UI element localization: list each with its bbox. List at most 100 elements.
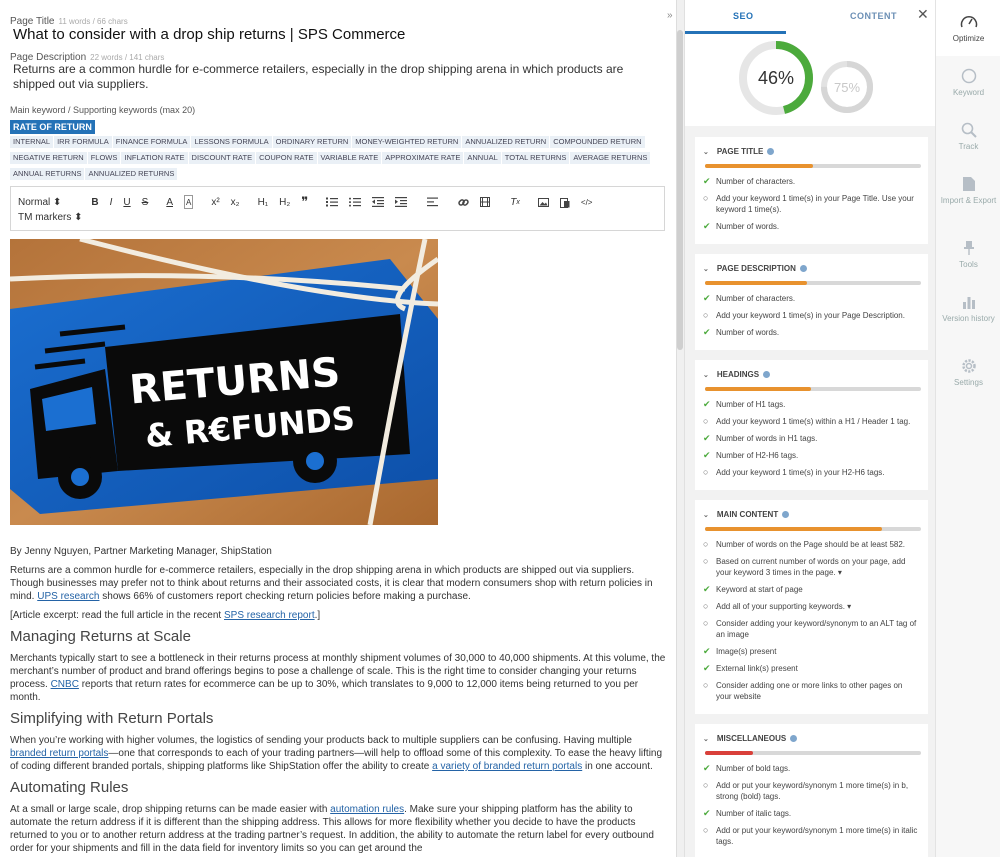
supporting-keyword-tag[interactable]: INFLATION RATE xyxy=(121,152,188,164)
format-select[interactable]: Normal ⬍ xyxy=(18,195,61,209)
blockquote-button[interactable]: ❞ xyxy=(301,194,308,209)
chevron-down-icon[interactable]: ⌄ xyxy=(703,148,709,156)
supporting-keyword-tag[interactable]: COUPON RATE xyxy=(256,152,317,164)
checklist-item: ✔ Number of characters. xyxy=(703,176,920,187)
section-header[interactable]: ⌄ MAIN CONTENT xyxy=(703,500,920,520)
background-color-button[interactable]: A xyxy=(183,195,194,209)
info-icon[interactable] xyxy=(767,148,775,155)
supporting-keyword-tag[interactable]: AVERAGE RETURNS xyxy=(570,152,651,164)
ups-research-link[interactable]: UPS research xyxy=(37,591,99,602)
h2-button[interactable]: H₂ xyxy=(279,195,290,209)
checklist-text: Number of H2-H6 tags. xyxy=(716,451,799,460)
seo-section: ⌄ PAGE DESCRIPTION ✔ Number of characters. ○… xyxy=(695,254,928,350)
supporting-keyword-tag[interactable]: ANNUAL RETURNS xyxy=(10,168,85,180)
checklist-text: Number of words. xyxy=(716,328,780,337)
tm-markers-select[interactable]: TM markers ⬍ xyxy=(18,212,83,223)
supporting-keyword-tag[interactable]: LESSONS FORMULA xyxy=(191,136,272,148)
section-progress-bar xyxy=(705,751,921,755)
collapse-panel-icon[interactable]: » xyxy=(667,10,673,21)
supporting-keyword-tag[interactable]: ANNUAL xyxy=(464,152,501,164)
indent-icon[interactable] xyxy=(395,195,408,209)
info-icon[interactable] xyxy=(782,511,790,518)
section-header[interactable]: ⌄ PAGE TITLE xyxy=(703,137,920,157)
info-icon[interactable] xyxy=(790,735,798,742)
checklist-text: Number of characters. xyxy=(716,294,796,303)
bold-button[interactable]: B xyxy=(91,195,98,209)
info-icon[interactable] xyxy=(799,265,807,272)
paragraph: Returns are a common hurdle for e-commer… xyxy=(10,565,653,602)
article-body[interactable]: By Jenny Nguyen, Partner Marketing Manag… xyxy=(10,545,670,857)
section-progress-fill xyxy=(705,387,811,391)
page-description-input[interactable]: Returns are a common hurdle for e-commer… xyxy=(13,62,663,92)
supporting-keyword-tag[interactable]: FINANCE FORMULA xyxy=(112,136,191,148)
supporting-keyword-tag[interactable]: APPROXIMATE RATE xyxy=(382,152,464,164)
strike-button[interactable]: S xyxy=(142,195,149,209)
supporting-keyword-tag[interactable]: INTERNAL xyxy=(10,136,54,148)
code-view-icon[interactable]: </> xyxy=(581,195,593,209)
clear-format-icon[interactable]: Tx xyxy=(510,195,520,209)
chevron-down-icon[interactable]: ⌄ xyxy=(703,511,709,519)
image-icon[interactable] xyxy=(537,195,549,209)
subscript-button[interactable]: x₂ xyxy=(231,195,240,209)
supporting-keyword-tag[interactable]: VARIABLE RATE xyxy=(317,152,382,164)
cnbc-link[interactable]: CNBC xyxy=(51,679,79,690)
outdent-icon[interactable] xyxy=(372,195,385,209)
info-icon[interactable] xyxy=(763,371,771,378)
supporting-keyword-tag[interactable]: FLOWS xyxy=(87,152,121,164)
editor-scrollbar-thumb[interactable] xyxy=(677,30,683,350)
text-color-button[interactable]: A xyxy=(166,195,173,209)
empty-circle-icon: ○ xyxy=(703,680,709,690)
supporting-keyword-tag[interactable]: DISCOUNT RATE xyxy=(188,152,256,164)
heading-simplifying: Simplifying with Return Portals xyxy=(10,710,214,727)
video-icon[interactable] xyxy=(480,195,491,209)
checklist-text: Consider adding one or more links to oth… xyxy=(716,681,903,701)
supporting-keyword-tag[interactable]: ANNUALIZED RETURN xyxy=(462,136,550,148)
supporting-keyword-tag[interactable]: ORDINARY RETURN xyxy=(272,136,352,148)
document-icon xyxy=(962,177,975,191)
supporting-keyword-tag[interactable]: IRR FORMULA xyxy=(54,136,112,148)
supporting-keyword-tag[interactable]: TOTAL RETURNS xyxy=(501,152,570,164)
chevron-down-icon[interactable]: ⌄ xyxy=(703,265,709,273)
nav-tools[interactable]: Tools xyxy=(936,240,1000,270)
automation-rules-link[interactable]: automation rules xyxy=(330,804,404,815)
link-icon[interactable] xyxy=(458,195,470,209)
superscript-button[interactable]: x² xyxy=(211,195,219,209)
tab-seo[interactable]: SEO xyxy=(733,11,754,21)
italic-button[interactable]: I xyxy=(110,195,113,209)
supporting-keyword-tag[interactable]: ANNUALIZED RETURNS xyxy=(85,168,178,180)
chevron-down-icon[interactable]: ⌄ xyxy=(703,371,709,379)
chevron-down-icon[interactable]: ⌄ xyxy=(703,735,709,743)
section-header[interactable]: ⌄ MISCELLANEOUS xyxy=(703,724,920,744)
nav-settings[interactable]: Settings xyxy=(936,358,1000,388)
main-keyword-tag[interactable]: RATE OF RETURN xyxy=(10,120,95,134)
close-icon[interactable]: ✕ xyxy=(917,6,929,23)
tab-content[interactable]: CONTENT xyxy=(850,11,897,21)
branded-portals-link[interactable]: branded return portals xyxy=(10,748,108,759)
align-icon[interactable] xyxy=(427,195,439,209)
supporting-keyword-tag[interactable]: COMPOUNDED RETURN xyxy=(550,136,645,148)
sps-report-link[interactable]: SPS research report xyxy=(224,610,315,621)
empty-circle-icon: ○ xyxy=(703,310,709,320)
secondary-score: 75% xyxy=(834,80,860,95)
section-header[interactable]: ⌄ HEADINGS xyxy=(703,360,920,380)
checklist-item: ○ Add all of your supporting keywords. ▾ xyxy=(703,601,920,612)
supporting-keyword-tag[interactable]: MONEY-WEIGHTED RETURN xyxy=(352,136,462,148)
section-header[interactable]: ⌄ PAGE DESCRIPTION xyxy=(703,254,920,274)
variety-portals-link[interactable]: a variety of branded return portals xyxy=(432,761,582,772)
checklist-item: ✔ Number of H1 tags. xyxy=(703,399,920,410)
paragraph: At a small or large scale, drop shipping… xyxy=(10,804,654,854)
nav-version-history[interactable]: Version history xyxy=(936,294,1000,324)
pin-icon xyxy=(963,241,974,255)
ordered-list-icon[interactable] xyxy=(326,195,339,209)
nav-track[interactable]: Track xyxy=(936,122,1000,152)
nav-optimize[interactable]: Optimize xyxy=(936,0,1000,56)
nav-import-export[interactable]: Import & Export xyxy=(936,176,1000,206)
supporting-keyword-tag[interactable]: NEGATIVE RETURN xyxy=(10,152,87,164)
underline-button[interactable]: U xyxy=(123,195,130,209)
h1-button[interactable]: H₁ xyxy=(258,195,269,209)
page-title-input[interactable]: What to consider with a drop ship return… xyxy=(13,26,405,43)
bullet-list-icon[interactable] xyxy=(349,195,362,209)
section-progress-bar xyxy=(705,387,921,391)
paste-icon[interactable] xyxy=(559,195,570,209)
nav-keyword[interactable]: Keyword xyxy=(936,68,1000,98)
